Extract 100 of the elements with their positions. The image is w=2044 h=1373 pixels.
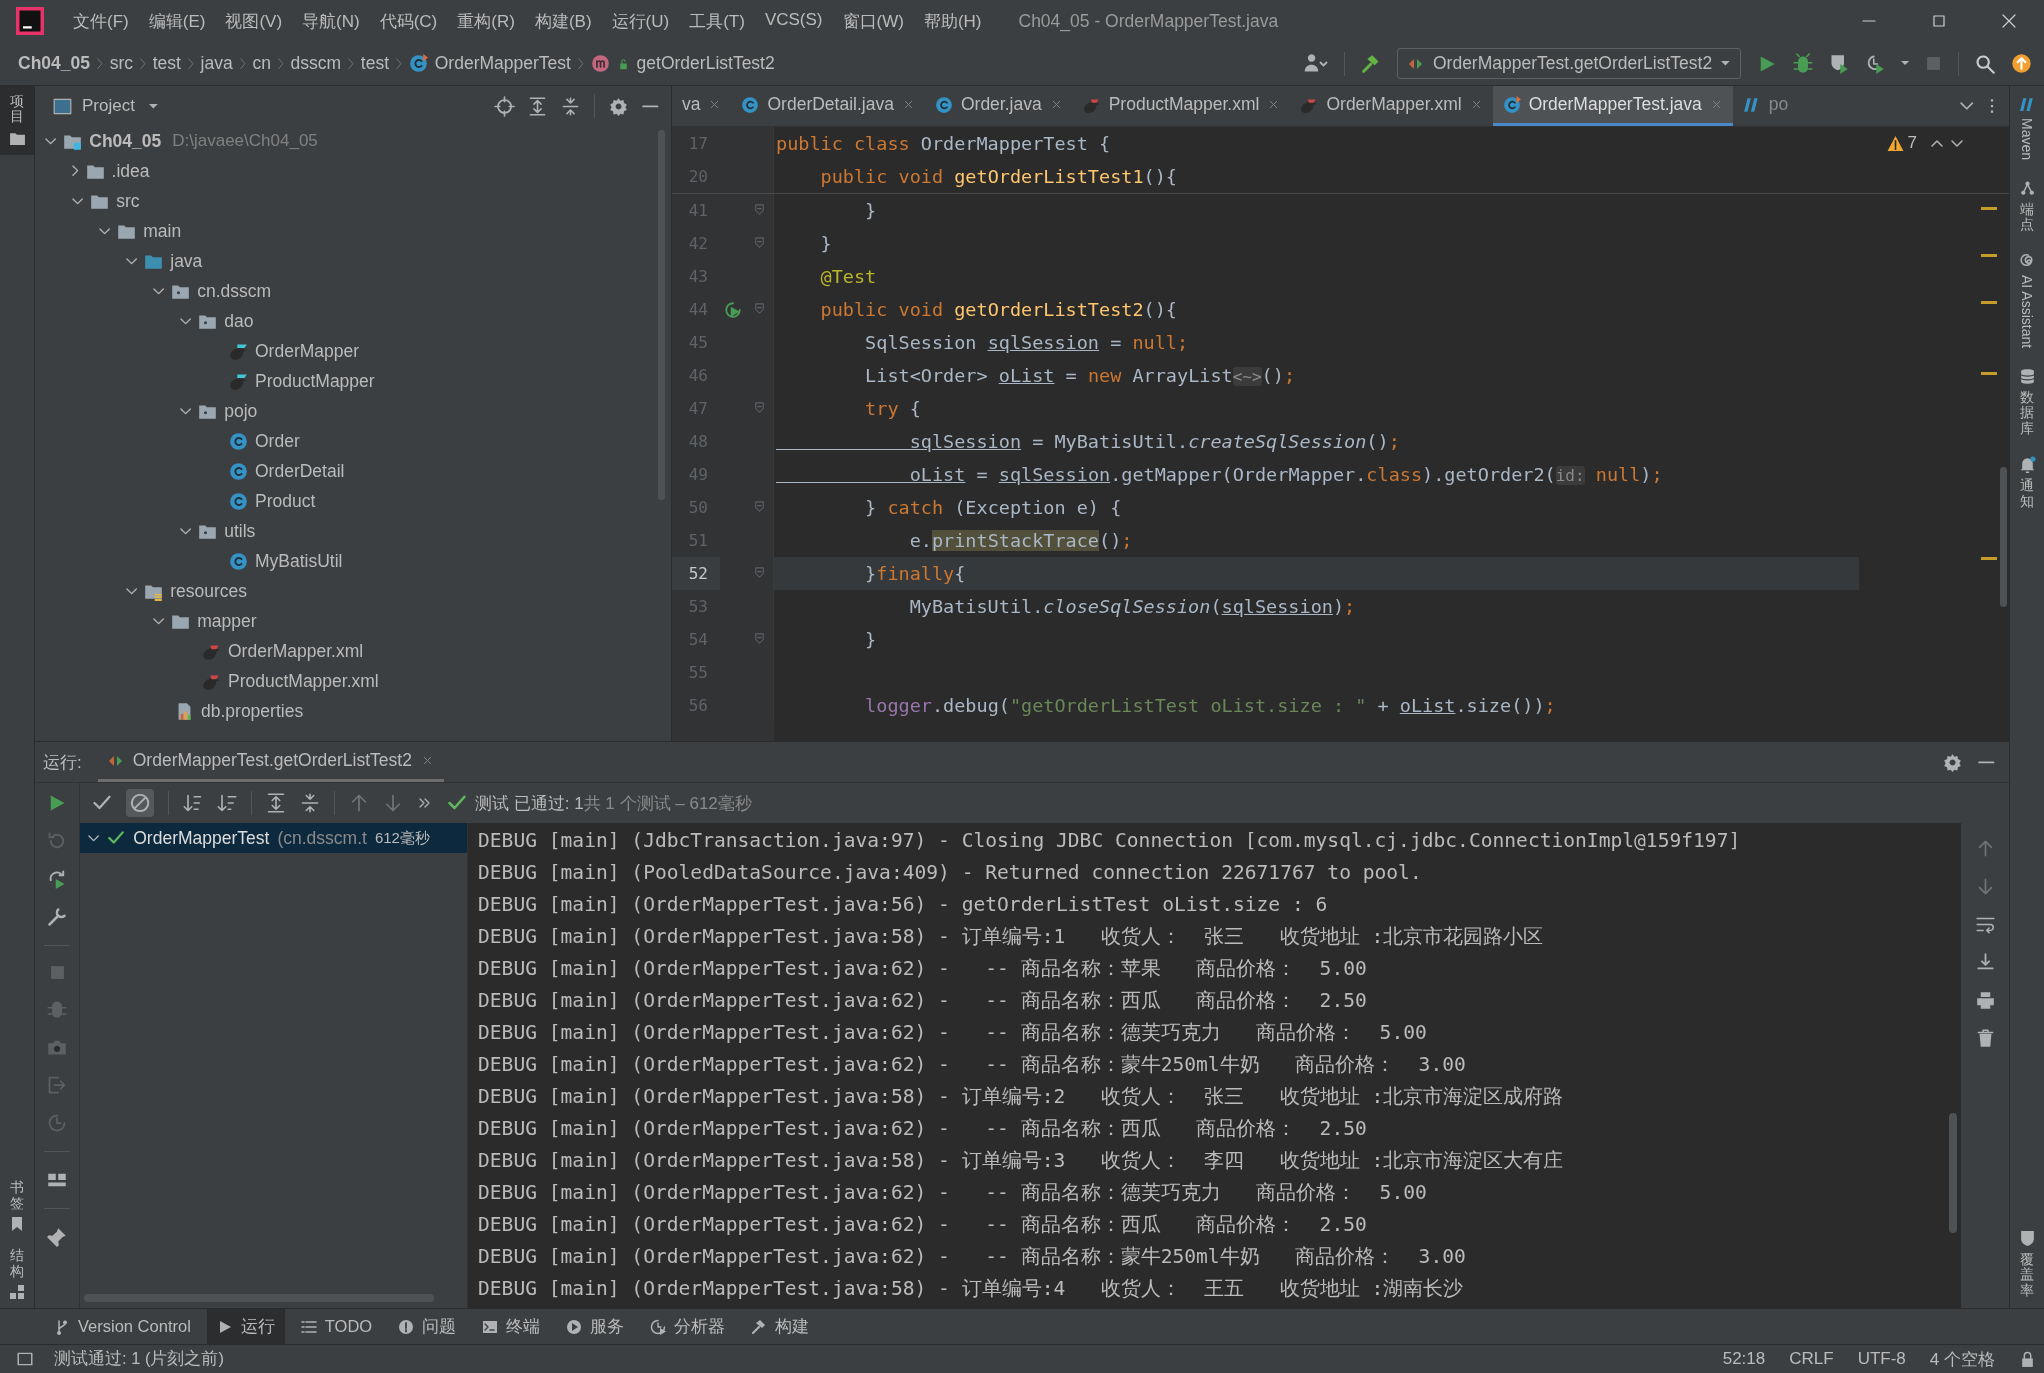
editor-tab[interactable]: OrderMapperTest.java bbox=[1492, 86, 1733, 126]
tool-window-button[interactable]: 通知 bbox=[2010, 446, 2044, 519]
chevron-icon[interactable] bbox=[72, 197, 84, 205]
soft-wrap-icon[interactable] bbox=[1975, 915, 1995, 934]
chevron-icon[interactable] bbox=[72, 165, 79, 177]
breadcrumb-item[interactable]: test bbox=[360, 53, 390, 74]
pin-icon[interactable] bbox=[47, 1227, 67, 1247]
breadcrumb-item[interactable]: java bbox=[200, 53, 233, 74]
editor-tab[interactable]: Order.java bbox=[924, 86, 1073, 126]
chevron-icon[interactable] bbox=[180, 317, 192, 325]
tool-window-button[interactable]: 项目 bbox=[0, 86, 34, 155]
tree-item[interactable]: resources bbox=[170, 580, 248, 602]
search-icon[interactable] bbox=[1975, 53, 1995, 74]
wrench-icon[interactable] bbox=[47, 907, 67, 927]
tree-item[interactable]: java bbox=[170, 250, 203, 272]
caret-position[interactable]: 52:18 bbox=[1722, 1349, 1766, 1369]
menu-item[interactable]: 帮助(H) bbox=[914, 9, 991, 33]
tool-window-tab[interactable]: 运行 bbox=[206, 1309, 285, 1344]
tree-item[interactable]: cn.dsscm bbox=[197, 280, 272, 302]
menu-item[interactable]: 视图(V) bbox=[216, 9, 292, 33]
minimize-icon[interactable] bbox=[642, 103, 659, 109]
lock-icon[interactable] bbox=[2019, 1350, 2036, 1368]
menu-item[interactable]: 构建(B) bbox=[525, 9, 601, 33]
breadcrumb-item[interactable]: test bbox=[152, 53, 181, 74]
tree-item[interactable]: pojo bbox=[224, 400, 258, 422]
tree-item[interactable]: ProductMapper bbox=[255, 370, 375, 392]
chevron-icon[interactable] bbox=[99, 227, 111, 235]
debug-icon[interactable] bbox=[1792, 53, 1813, 74]
chevron-icon[interactable] bbox=[126, 257, 138, 265]
run-tab[interactable]: OrderMapperTest.getOrderListTest2 bbox=[97, 742, 444, 782]
menu-item[interactable]: 文件(F) bbox=[64, 9, 138, 33]
layout-icon[interactable] bbox=[16, 1350, 34, 1368]
tree-item[interactable]: src bbox=[116, 190, 140, 212]
tree-item[interactable]: Product bbox=[255, 490, 316, 512]
toggle-button[interactable] bbox=[126, 789, 154, 817]
breadcrumb-item[interactable]: cn bbox=[252, 53, 271, 74]
chevron-down-icon[interactable] bbox=[1959, 102, 1973, 110]
menu-item[interactable]: 工具(T) bbox=[680, 9, 754, 33]
caret-icon[interactable] bbox=[1900, 61, 1909, 66]
tree-item[interactable]: ProductMapper.xml bbox=[228, 670, 379, 692]
indent-setting[interactable]: 4 个空格 bbox=[1929, 1347, 1995, 1371]
tool-window-tab[interactable]: 构建 bbox=[741, 1309, 820, 1344]
breadcrumb-item[interactable]: src bbox=[109, 53, 133, 74]
tool-window-button[interactable]: 结构 bbox=[0, 1240, 34, 1308]
menu-item[interactable]: 导航(N) bbox=[293, 9, 369, 33]
tool-window-button[interactable]: 覆盖率 bbox=[2010, 1219, 2044, 1308]
tree-item[interactable]: .idea bbox=[111, 160, 150, 182]
locate-icon[interactable] bbox=[495, 96, 515, 116]
editor-tab[interactable]: OrderMapper.xml bbox=[1290, 86, 1493, 126]
tool-window-button[interactable]: Maven bbox=[2010, 86, 2044, 171]
chevron-icon[interactable] bbox=[88, 834, 100, 842]
chevron-icon[interactable] bbox=[180, 527, 192, 535]
chevron-up-icon[interactable] bbox=[1931, 139, 1943, 147]
expand-all-icon[interactable] bbox=[266, 793, 286, 813]
chevron-icon[interactable] bbox=[180, 407, 192, 415]
editor-tab[interactable]: po bbox=[1732, 86, 1799, 126]
editor-tab[interactable]: OrderDetail.java bbox=[731, 86, 925, 126]
file-encoding[interactable]: UTF-8 bbox=[1857, 1349, 1906, 1369]
test-tree-item[interactable]: OrderMapperTest (cn.dsscm.t 612毫秒 bbox=[80, 823, 467, 853]
chevron-icon[interactable] bbox=[153, 617, 165, 625]
tool-window-button[interactable]: AI Assistant bbox=[2010, 242, 2044, 358]
rerun-auto-icon[interactable] bbox=[47, 869, 67, 889]
tree-item[interactable]: Ch04_05 bbox=[89, 130, 162, 152]
chevron-icon[interactable] bbox=[153, 287, 165, 295]
caret-icon[interactable] bbox=[148, 103, 158, 109]
warning-icon[interactable] bbox=[1886, 134, 1904, 152]
breadcrumb-item[interactable]: OrderMapperTest bbox=[434, 53, 571, 74]
chevron-icon[interactable] bbox=[126, 587, 138, 595]
menu-item[interactable]: 重构(R) bbox=[448, 9, 524, 33]
collapse-all-icon[interactable] bbox=[561, 96, 581, 116]
settings-icon[interactable] bbox=[609, 96, 629, 116]
breadcrumb-item[interactable]: dsscm bbox=[290, 53, 342, 74]
tool-window-tab[interactable]: 问题 bbox=[388, 1309, 467, 1344]
update-icon[interactable] bbox=[2011, 53, 2032, 74]
tree-item[interactable]: MyBatisUtil bbox=[255, 550, 343, 572]
menu-item[interactable]: 代码(C) bbox=[370, 9, 447, 33]
expand-all-icon[interactable] bbox=[528, 96, 548, 116]
settings-icon[interactable] bbox=[1943, 752, 1963, 772]
tool-window-button[interactable]: 端点 bbox=[2010, 170, 2044, 243]
menu-item[interactable]: 编辑(E) bbox=[139, 9, 215, 33]
tree-item[interactable]: main bbox=[143, 220, 182, 242]
run-marker-icon[interactable] bbox=[724, 300, 742, 319]
tool-window-tab[interactable]: Version Control bbox=[44, 1309, 201, 1344]
panel-title[interactable]: Project bbox=[82, 96, 135, 116]
scrollbar[interactable] bbox=[2000, 467, 2007, 607]
editor-tab[interactable]: va bbox=[672, 86, 732, 126]
tree-item[interactable]: utils bbox=[224, 520, 256, 542]
tool-window-button[interactable]: 数据库 bbox=[2010, 357, 2044, 447]
trash-icon[interactable] bbox=[1975, 1029, 1995, 1048]
sort-duration-icon[interactable] bbox=[217, 793, 237, 813]
line-separator[interactable]: CRLF bbox=[1789, 1349, 1834, 1369]
tool-window-tab[interactable]: TODO bbox=[290, 1309, 383, 1344]
scroll-to-end-icon[interactable] bbox=[1975, 953, 1995, 972]
hammer-icon[interactable] bbox=[1360, 53, 1381, 74]
tool-window-button[interactable]: 书签 bbox=[0, 1172, 34, 1241]
breadcrumb-item[interactable]: Ch04_05 bbox=[18, 53, 90, 74]
run-configuration-dropdown[interactable]: OrderMapperTest.getOrderListTest2 bbox=[1396, 48, 1741, 79]
scrollbar[interactable] bbox=[1949, 1113, 1957, 1233]
chevron-down-icon[interactable] bbox=[1951, 139, 1963, 147]
breadcrumb-item[interactable]: getOrderListTest2 bbox=[636, 53, 775, 74]
